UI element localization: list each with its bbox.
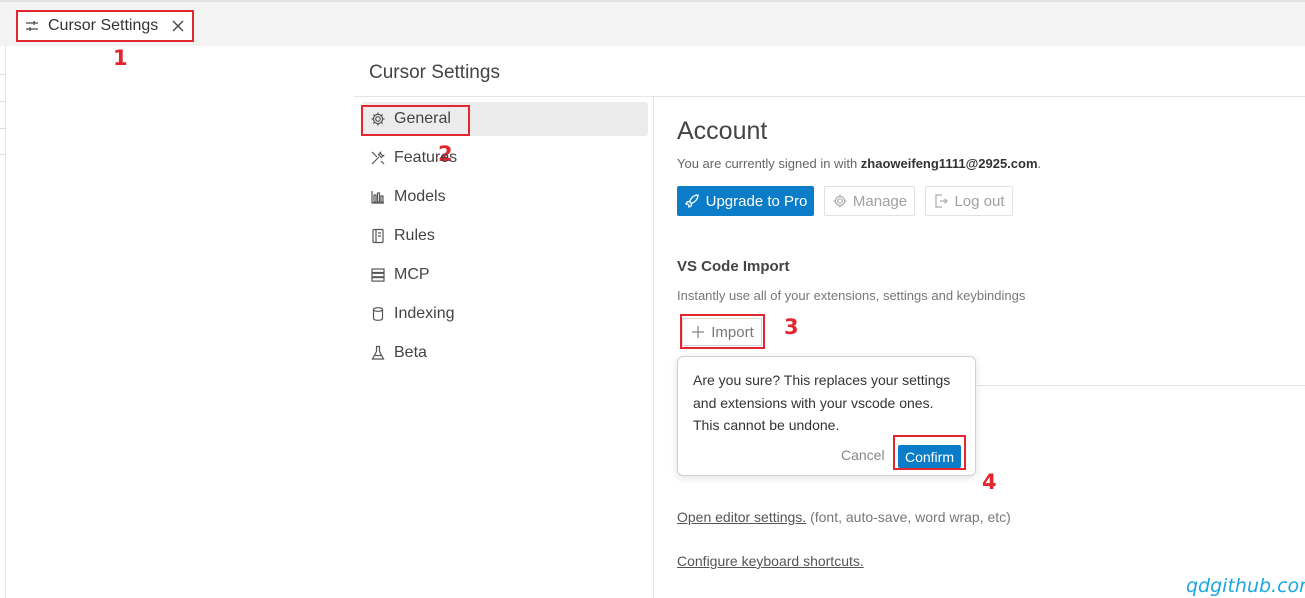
vscode-import-heading: VS Code Import [677,258,790,275]
sidebar-item-beta[interactable]: Beta [362,336,648,370]
signed-in-text: You are currently signed in with zhaowei… [677,156,1042,171]
keyboard-shortcuts-row: Configure keyboard shortcuts. [677,553,864,569]
account-email: zhaoweifeng1111@2925.com [860,156,1038,171]
activity-gutter [0,46,6,598]
tab-bar [0,0,1305,46]
watermark: qdgithub.com [1186,575,1305,597]
sidebar-item-mcp[interactable]: MCP [362,258,648,292]
editor-settings-row: Open editor settings. (font, auto-save, … [677,509,1011,525]
sidebar-item-features[interactable]: Features [362,141,648,175]
confirm-popup: Are you sure? This replaces your setting… [677,356,976,476]
sidebar-item-indexing[interactable]: Indexing [362,297,648,331]
sidebar-item-rules[interactable]: Rules [362,219,648,253]
sidebar-divider [653,97,654,598]
vscode-import-description: Instantly use all of your extensions, se… [677,288,1026,303]
annotation-number-3: 3 [784,315,799,339]
header-divider [354,96,1305,97]
rules-icon [370,228,386,244]
logout-button[interactable]: Log out [925,186,1013,216]
configure-keyboard-shortcuts-link[interactable]: Configure keyboard shortcuts. [677,553,864,569]
annotation-number-1: 1 [113,46,128,70]
server-icon [370,267,386,283]
chart-icon [370,189,386,205]
page-title: Cursor Settings [369,62,500,83]
sidebar-item-label: Beta [394,344,427,361]
sidebar-item-label: General [394,110,451,127]
database-icon [370,306,386,322]
tab-title: Cursor Settings [48,16,159,34]
section-divider [977,385,1305,386]
tab-cursor-settings[interactable]: Cursor Settings [18,11,193,40]
gear-icon [370,111,386,127]
account-heading: Account [677,117,768,145]
upgrade-to-pro-button[interactable]: Upgrade to Pro [677,186,814,216]
sliders-icon [24,18,40,34]
confirm-button[interactable]: Confirm [898,445,961,468]
manage-button[interactable]: Manage [824,186,915,216]
import-button[interactable]: Import [682,318,762,346]
plus-icon [690,324,706,340]
sidebar-item-models[interactable]: Models [362,180,648,214]
editor-settings-note: (font, auto-save, word wrap, etc) [806,509,1011,525]
sidebar-item-label: Rules [394,227,435,244]
sidebar-item-label: Models [394,188,446,205]
close-icon[interactable] [170,18,186,34]
sidebar-item-general[interactable]: General [362,102,648,136]
sidebar-item-label: Indexing [394,305,455,322]
open-editor-settings-link[interactable]: Open editor settings. [677,509,806,525]
gear-icon [832,193,848,209]
flask-icon [370,345,386,361]
tools-icon [370,150,386,166]
rocket-icon [684,193,700,209]
popup-message: Are you sure? This replaces your setting… [693,372,951,433]
sidebar-item-label: Features [394,149,458,166]
sidebar-item-label: MCP [394,266,430,283]
cancel-button[interactable]: Cancel [841,447,885,463]
logout-icon [933,193,949,209]
annotation-number-4: 4 [982,470,997,494]
